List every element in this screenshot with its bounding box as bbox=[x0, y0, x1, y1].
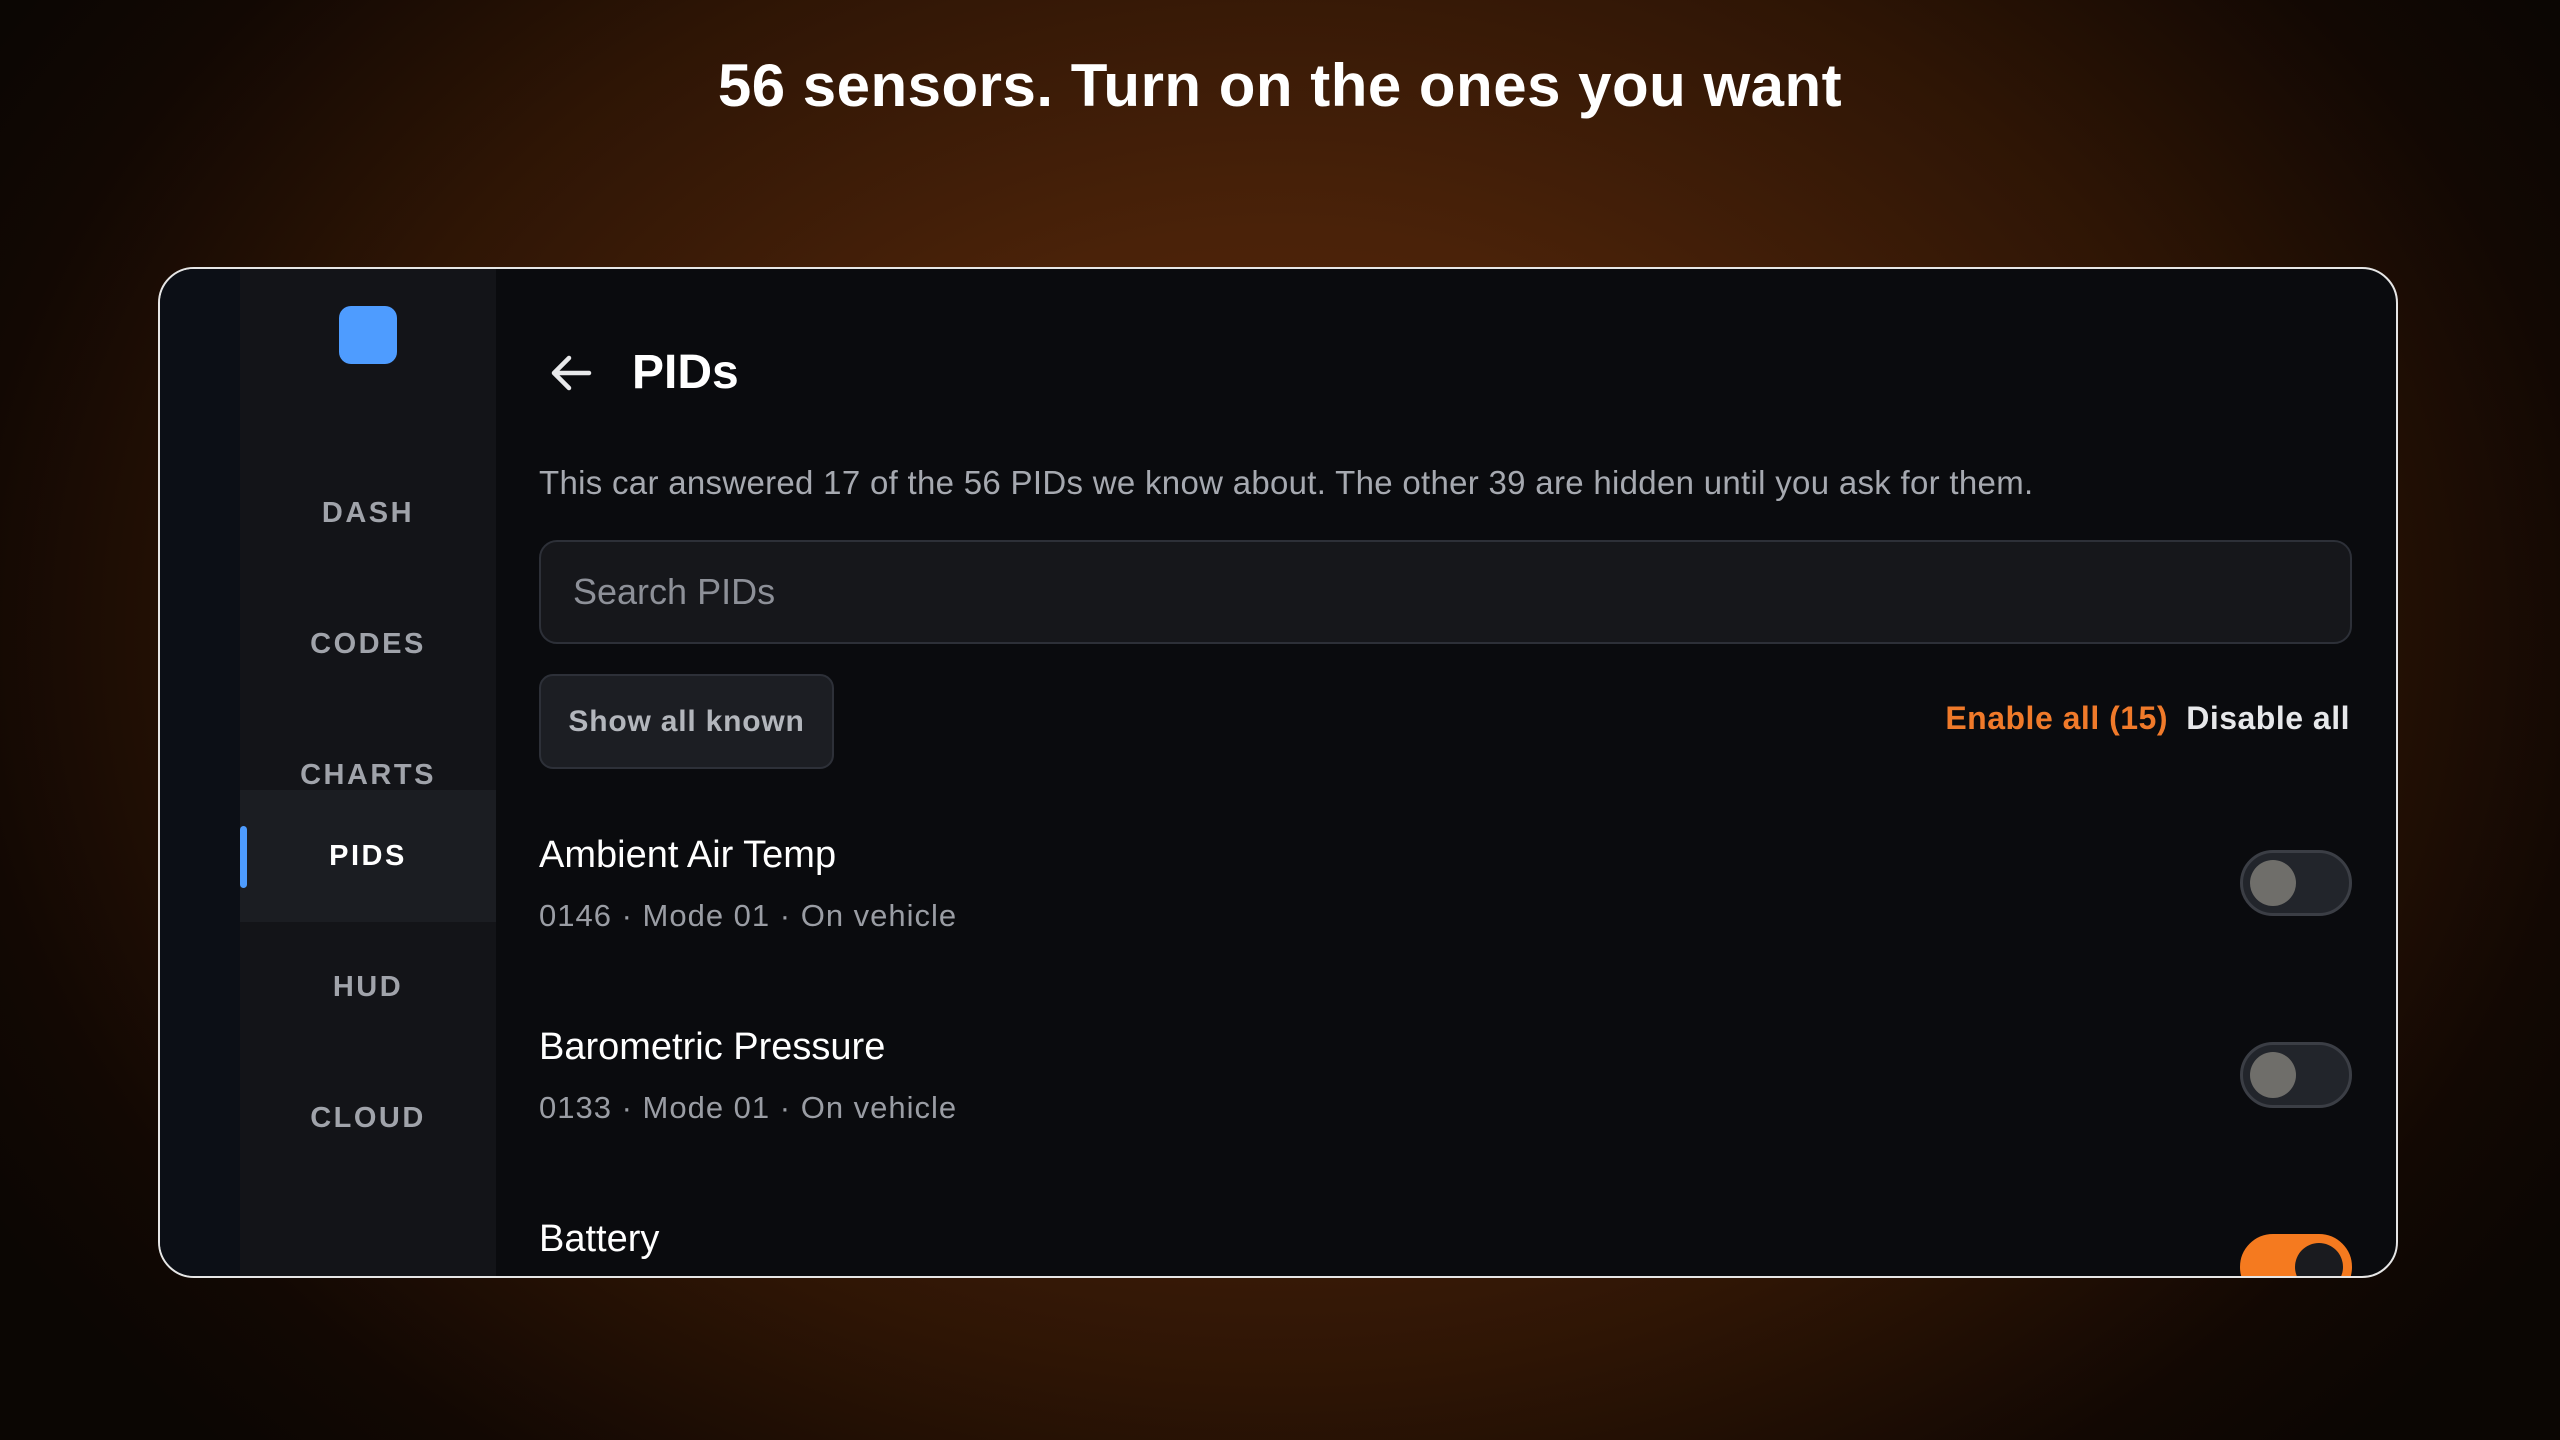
pid-meta: 0146 · Mode 01 · On vehicle bbox=[539, 898, 958, 933]
sidebar-item-dash[interactable]: DASH bbox=[240, 447, 496, 579]
sidebar-item-cloud[interactable]: CLOUD bbox=[240, 1052, 496, 1184]
toggle-knob bbox=[2295, 1243, 2343, 1276]
enable-all-button[interactable]: Enable all (15) bbox=[1945, 696, 2168, 740]
pid-toggle[interactable] bbox=[2240, 850, 2352, 916]
sidebar-item-codes[interactable]: CODES bbox=[240, 578, 496, 710]
headline: 56 sensors. Turn on the ones you want bbox=[717, 52, 1843, 119]
pid-name: Ambient Air Temp bbox=[539, 834, 837, 876]
pids-description: This car answered 17 of the 56 PIDs we k… bbox=[539, 464, 2034, 501]
back-button[interactable] bbox=[543, 345, 599, 401]
toggle-knob bbox=[2250, 1052, 2296, 1098]
sidebar-item-hud[interactable]: HUD bbox=[240, 921, 496, 1053]
pid-row: Battery bbox=[539, 1214, 2352, 1276]
main-content: PIDs This car answered 17 of the 56 PIDs… bbox=[496, 269, 2396, 1276]
left-gutter bbox=[160, 269, 240, 1276]
page-title: PIDs bbox=[632, 346, 739, 399]
pid-name: Barometric Pressure bbox=[539, 1026, 886, 1068]
pid-row: Ambient Air Temp 0146 · Mode 01 · On veh… bbox=[539, 830, 2352, 980]
pid-toggle[interactable] bbox=[2240, 1234, 2352, 1276]
sidebar: DASH CODES CHARTS PIDS HUD CLOUD bbox=[240, 269, 496, 1276]
show-all-known-button[interactable]: Show all known bbox=[539, 674, 834, 769]
pid-toggle[interactable] bbox=[2240, 1042, 2352, 1108]
app-logo-icon bbox=[339, 306, 397, 364]
app-window: DASH CODES CHARTS PIDS HUD CLOUD PIDs Th… bbox=[158, 267, 2398, 1278]
toggle-knob bbox=[2250, 860, 2296, 906]
arrow-left-icon bbox=[551, 355, 592, 391]
sidebar-item-pids[interactable]: PIDS bbox=[240, 790, 496, 922]
pid-meta: 0133 · Mode 01 · On vehicle bbox=[539, 1090, 958, 1125]
disable-all-button[interactable]: Disable all bbox=[2186, 696, 2350, 740]
pid-name: Battery bbox=[539, 1218, 660, 1260]
search-input[interactable] bbox=[539, 540, 2352, 644]
pid-row: Barometric Pressure 0133 · Mode 01 · On … bbox=[539, 1022, 2352, 1172]
